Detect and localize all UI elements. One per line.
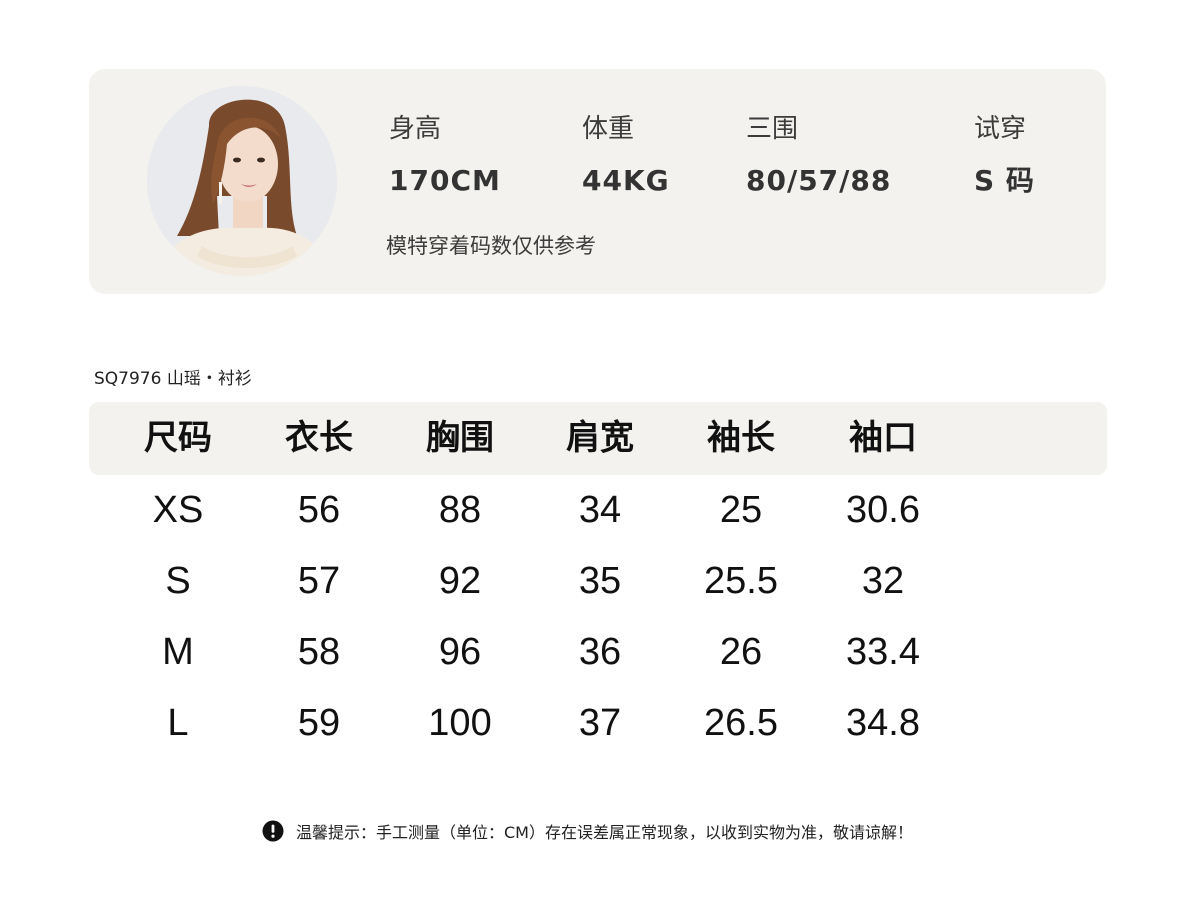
notice-text: 温馨提示：手工测量（单位：CM）存在误差属正常现象，以收到实物为准，敬请谅解！ bbox=[296, 823, 913, 842]
weight-value: 44KG bbox=[582, 164, 670, 197]
cell-bust: 88 bbox=[438, 489, 482, 531]
cell-size: M bbox=[162, 631, 194, 673]
cell-cuff: 34.8 bbox=[846, 702, 920, 744]
table-row: L 59 100 37 26.5 34.8 bbox=[89, 688, 1107, 759]
weight-label: 体重 bbox=[582, 114, 635, 144]
cell-length: 59 bbox=[297, 702, 341, 744]
table-header: 尺码 衣长 胸围 肩宽 袖长 袖口 bbox=[89, 402, 1107, 475]
header-sleeve-length: 袖长 bbox=[707, 418, 775, 458]
header-bust: 胸围 bbox=[426, 418, 494, 458]
cell-length: 58 bbox=[297, 631, 341, 673]
model-avatar bbox=[147, 86, 337, 276]
measurements-value: 80/57/88 bbox=[746, 164, 892, 197]
height-label: 身高 bbox=[389, 114, 442, 144]
model-height: 身高 170CM bbox=[389, 113, 501, 197]
cell-length: 56 bbox=[297, 489, 341, 531]
cell-shoulder: 34 bbox=[578, 489, 622, 531]
cell-sleeve-length: 25.5 bbox=[704, 560, 778, 602]
cell-sleeve-length: 25 bbox=[719, 489, 763, 531]
cell-shoulder: 37 bbox=[578, 702, 622, 744]
table-row: S 57 92 35 25.5 32 bbox=[89, 546, 1107, 617]
product-title: SQ7976 山瑶・衬衫 bbox=[94, 369, 252, 389]
cell-bust: 96 bbox=[438, 631, 482, 673]
cell-shoulder: 35 bbox=[578, 560, 622, 602]
cell-cuff: 33.4 bbox=[846, 631, 920, 673]
size-table: 尺码 衣长 胸围 肩宽 袖长 袖口 XS 56 88 34 25 30.6 S … bbox=[89, 402, 1107, 759]
cell-cuff: 30.6 bbox=[846, 489, 920, 531]
model-info-card: 身高 170CM 体重 44KG 三围 80/57/88 试穿 S 码 模特穿着… bbox=[89, 69, 1106, 294]
header-length: 衣长 bbox=[285, 418, 353, 458]
header-size: 尺码 bbox=[144, 418, 212, 458]
cell-cuff: 32 bbox=[861, 560, 905, 602]
cell-shoulder: 36 bbox=[578, 631, 622, 673]
model-portrait-icon bbox=[147, 86, 337, 276]
measurement-notice: 温馨提示：手工测量（单位：CM）存在误差属正常现象，以收到实物为准，敬请谅解！ bbox=[262, 818, 913, 844]
model-weight: 体重 44KG bbox=[582, 113, 670, 197]
model-tryon-size: 试穿 S 码 bbox=[974, 113, 1035, 197]
cell-sleeve-length: 26.5 bbox=[704, 702, 778, 744]
cell-bust: 92 bbox=[438, 560, 482, 602]
height-value: 170CM bbox=[389, 164, 501, 197]
cell-bust: 100 bbox=[428, 702, 492, 744]
cell-size: S bbox=[165, 560, 191, 602]
header-shoulder: 肩宽 bbox=[566, 418, 634, 458]
tryon-label: 试穿 bbox=[974, 114, 1027, 144]
model-note: 模特穿着码数仅供参考 bbox=[386, 234, 596, 258]
tryon-value: S 码 bbox=[974, 164, 1035, 197]
model-measurements: 三围 80/57/88 bbox=[746, 113, 891, 197]
cell-size: XS bbox=[152, 489, 204, 531]
table-row: M 58 96 36 26 33.4 bbox=[89, 617, 1107, 688]
cell-sleeve-length: 26 bbox=[719, 631, 763, 673]
cell-size: L bbox=[167, 702, 189, 744]
measurements-label: 三围 bbox=[746, 114, 799, 144]
cell-length: 57 bbox=[297, 560, 341, 602]
header-cuff: 袖口 bbox=[849, 418, 917, 458]
exclamation-circle-icon bbox=[262, 820, 284, 842]
table-row: XS 56 88 34 25 30.6 bbox=[89, 475, 1107, 546]
